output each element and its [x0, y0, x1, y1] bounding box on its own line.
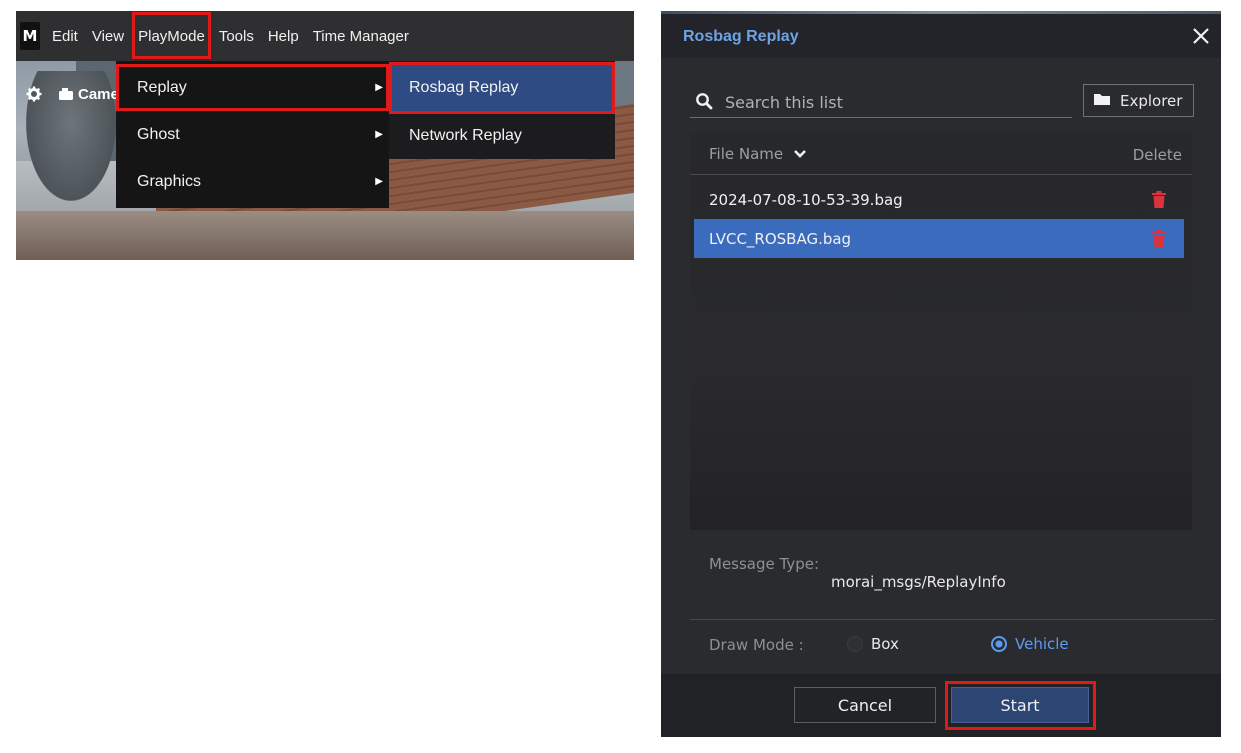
radio-checked-icon	[991, 636, 1007, 652]
chevron-right-icon: ▶	[375, 129, 383, 140]
chevron-right-icon: ▶	[375, 176, 383, 187]
dialog-footer: Cancel Start	[661, 674, 1221, 737]
folder-icon	[1093, 92, 1111, 110]
trash-icon[interactable]	[1152, 191, 1166, 212]
explorer-button[interactable]: Explorer	[1083, 84, 1194, 117]
message-type-value: morai_msgs/ReplayInfo	[831, 573, 1006, 591]
playmode-dropdown: Replay ▶ Ghost ▶ Graphics ▶	[116, 61, 389, 208]
file-list: File Name Delete 2024-07-08-10-53-39.bag…	[690, 133, 1192, 530]
trash-icon[interactable]	[1152, 230, 1166, 251]
file-name: 2024-07-08-10-53-39.bag	[709, 190, 903, 209]
explorer-label: Explorer	[1120, 91, 1183, 110]
menu-item-label: Replay	[137, 78, 187, 96]
app-window: M Edit View PlayMode Tools Help Time Man…	[16, 11, 634, 260]
search-input[interactable]	[723, 88, 1067, 116]
close-icon[interactable]	[1189, 24, 1213, 48]
search-icon	[695, 92, 713, 114]
gear-icon[interactable]	[24, 84, 44, 104]
menu-item-network-replay[interactable]: Network Replay	[389, 112, 615, 159]
column-file-name[interactable]: File Name	[709, 145, 807, 163]
menu-view[interactable]: View	[85, 11, 131, 61]
rosbag-replay-dialog: Rosbag Replay Explorer File Name Delete …	[661, 11, 1221, 737]
radio-label: Vehicle	[1015, 635, 1069, 653]
column-delete: Delete	[1132, 146, 1182, 164]
dialog-title: Rosbag Replay	[683, 28, 799, 45]
chevron-down-icon	[794, 150, 807, 158]
menu-playmode[interactable]: PlayMode	[131, 11, 212, 61]
message-type-label: Message Type:	[709, 555, 820, 573]
draw-mode-box-radio[interactable]: Box	[847, 635, 899, 653]
menu-tools[interactable]: Tools	[212, 11, 261, 61]
file-row-selected[interactable]: LVCC_ROSBAG.bag	[694, 219, 1184, 258]
menu-item-ghost[interactable]: Ghost ▶	[116, 111, 389, 158]
radio-label: Box	[871, 635, 899, 653]
viewport-toolbar: Camer	[16, 77, 125, 111]
radio-unchecked-icon	[847, 636, 863, 652]
replay-submenu: Rosbag Replay Network Replay	[389, 61, 615, 159]
menu-item-label: Graphics	[137, 172, 202, 190]
highlight-frame	[389, 62, 615, 114]
menu-help[interactable]: Help	[261, 11, 306, 61]
chevron-right-icon: ▶	[375, 82, 383, 93]
menu-item-graphics[interactable]: Graphics ▶	[116, 158, 389, 205]
menu-item-label: Ghost	[137, 125, 180, 143]
draw-mode-vehicle-radio[interactable]: Vehicle	[991, 635, 1069, 653]
menu-edit[interactable]: Edit	[45, 11, 85, 61]
app-logo: M	[20, 22, 40, 50]
scene-sidewalk	[16, 211, 634, 260]
dialog-header: Rosbag Replay	[661, 14, 1221, 58]
menu-item-label: Network Replay	[409, 126, 522, 144]
list-header: File Name Delete	[690, 133, 1192, 175]
search-box	[690, 86, 1072, 118]
column-label: File Name	[709, 145, 784, 163]
menu-item-replay[interactable]: Replay ▶	[116, 64, 389, 111]
highlight-frame	[945, 681, 1096, 730]
cancel-button[interactable]: Cancel	[794, 687, 936, 723]
camera-icon[interactable]	[56, 84, 76, 104]
file-row[interactable]: 2024-07-08-10-53-39.bag	[694, 180, 1184, 219]
file-name: LVCC_ROSBAG.bag	[709, 229, 852, 248]
draw-mode-label: Draw Mode :	[709, 636, 804, 654]
divider	[690, 619, 1215, 620]
menu-bar: M Edit View PlayMode Tools Help Time Man…	[16, 11, 634, 61]
menu-time-manager[interactable]: Time Manager	[306, 11, 416, 61]
